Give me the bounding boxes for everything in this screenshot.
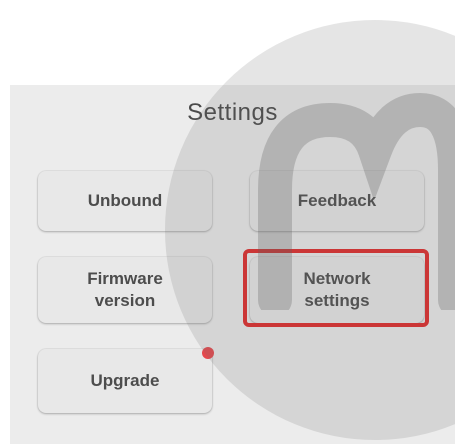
upgrade-button[interactable]: Upgrade xyxy=(38,349,212,413)
page-title: Settings xyxy=(187,99,278,126)
feedback-button[interactable]: Feedback xyxy=(250,171,424,231)
notification-dot-icon xyxy=(202,347,214,359)
settings-panel: Settings Unbound Feedback Firmware versi… xyxy=(10,85,455,444)
firmware-version-button[interactable]: Firmware version xyxy=(38,257,212,323)
unbound-button[interactable]: Unbound xyxy=(38,171,212,231)
screen: Settings Unbound Feedback Firmware versi… xyxy=(0,0,455,444)
network-settings-button[interactable]: Network settings xyxy=(250,257,424,323)
